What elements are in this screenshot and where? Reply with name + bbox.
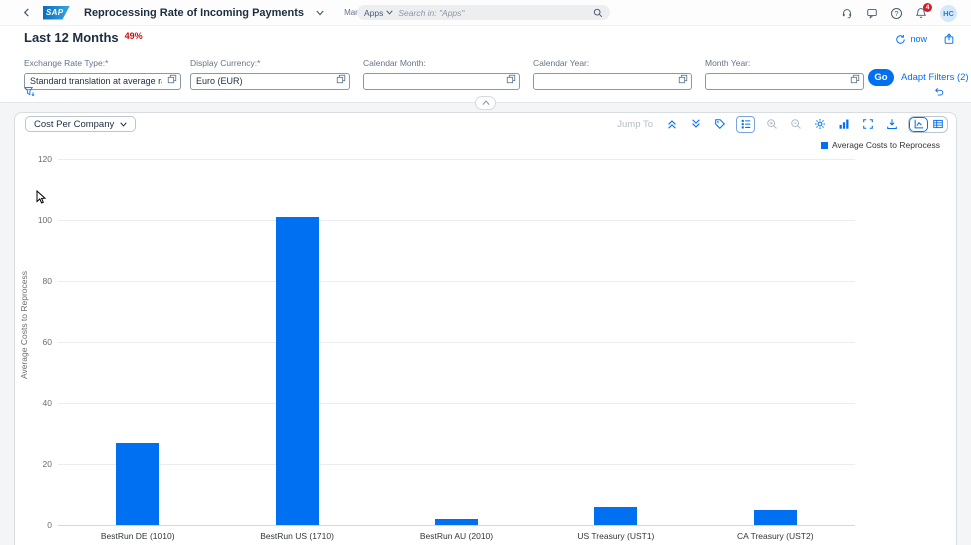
y-axis-tick: 20: [22, 459, 52, 469]
share-icon[interactable]: [943, 33, 955, 45]
y-axis-title: Average Costs to Reprocess: [19, 240, 29, 410]
y-axis-tick: 40: [22, 398, 52, 408]
gridline: [58, 403, 855, 404]
undo-icon[interactable]: [933, 86, 944, 97]
chevron-down-icon: [386, 10, 393, 15]
notification-count-badge: 4: [923, 3, 932, 12]
month-year-field[interactable]: [705, 73, 864, 90]
go-button[interactable]: Go: [868, 69, 894, 86]
gridline: [58, 281, 855, 282]
legend-label: Average Costs to Reprocess: [832, 140, 940, 150]
value-help-icon[interactable]: [678, 74, 688, 84]
bar-BestRun AU (2010)[interactable]: [435, 519, 478, 525]
value-help-icon[interactable]: [850, 74, 860, 84]
filter-label-calendar-year: Calendar Year:: [533, 58, 692, 68]
zoom-out-icon: [788, 117, 803, 132]
chart-toolbar: Cost Per Company Jump To: [15, 113, 956, 135]
y-axis-tick: 120: [22, 154, 52, 164]
search-scope-select[interactable]: Apps: [364, 8, 393, 18]
value-help-icon[interactable]: [506, 74, 516, 84]
gridline: [58, 220, 855, 221]
settings-icon[interactable]: [812, 117, 827, 132]
app-window: SAP Reprocessing Rate of Incoming Paymen…: [0, 0, 971, 545]
y-axis-tick: 60: [22, 337, 52, 347]
page-title: Last 12 Months: [24, 30, 119, 45]
chevron-down-icon: [120, 122, 127, 127]
collapse-header-button[interactable]: [475, 96, 496, 110]
shell-header: SAP Reprocessing Rate of Incoming Paymen…: [0, 0, 971, 26]
x-axis-line: [58, 525, 855, 526]
sap-logo: SAP: [43, 6, 70, 20]
chevron-up-icon: [482, 100, 490, 106]
legend-icon[interactable]: [736, 116, 755, 133]
notifications-bell-icon[interactable]: 4: [915, 7, 927, 19]
gridline: [58, 464, 855, 465]
page-header: Last 12 Months 49% now: [0, 26, 971, 50]
app-title-chevron-down-icon[interactable]: [316, 10, 324, 16]
value-help-icon[interactable]: [336, 74, 346, 84]
refresh-label: now: [910, 34, 927, 44]
search-input[interactable]: Search in: "Apps": [398, 8, 588, 18]
download-icon[interactable]: [884, 117, 899, 132]
fullscreen-icon[interactable]: [860, 117, 875, 132]
x-axis-label: BestRun US (1710): [222, 531, 372, 541]
view-switch: [908, 116, 948, 133]
shell-search[interactable]: Apps Search in: "Apps": [357, 5, 610, 20]
search-icon[interactable]: [593, 8, 603, 18]
support-headset-icon[interactable]: [841, 7, 853, 19]
app-title[interactable]: Reprocessing Rate of Incoming Payments: [84, 7, 304, 19]
back-icon[interactable]: [22, 8, 31, 17]
chart-type-icon[interactable]: [836, 117, 851, 132]
gridline: [58, 159, 855, 160]
bar-BestRun DE (1010)[interactable]: [116, 443, 159, 525]
x-axis-label: CA Treasury (UST2): [700, 531, 850, 541]
dimension-selector[interactable]: Cost Per Company: [25, 116, 136, 132]
avatar[interactable]: HC: [940, 5, 957, 22]
calendar-month-field[interactable]: [363, 73, 520, 90]
add-filter-funnel-icon[interactable]: [24, 86, 35, 97]
data-label-icon[interactable]: [712, 117, 727, 132]
refresh-button[interactable]: now: [895, 34, 927, 45]
jump-to-button[interactable]: Jump To: [617, 119, 653, 130]
gridline: [58, 342, 855, 343]
bar-CA Treasury (UST2)[interactable]: [754, 510, 797, 525]
y-axis-tick: 80: [22, 276, 52, 286]
filter-label-month-year: Month Year:: [705, 58, 864, 68]
zoom-in-icon: [764, 117, 779, 132]
chart-view-icon[interactable]: [909, 117, 928, 132]
x-axis-label: BestRun DE (1010): [63, 531, 213, 541]
x-axis-label: US Treasury (UST1): [541, 531, 691, 541]
filter-label-calendar-month: Calendar Month:: [363, 58, 520, 68]
bar-BestRun US (1710)[interactable]: [276, 217, 319, 525]
filter-label-exchange-rate-type: Exchange Rate Type:*: [24, 58, 181, 68]
drill-up-icon[interactable]: [664, 117, 679, 132]
drill-down-icon[interactable]: [688, 117, 703, 132]
legend-swatch: [821, 142, 828, 149]
x-axis-label: BestRun AU (2010): [382, 531, 532, 541]
help-icon[interactable]: ?: [891, 8, 902, 19]
table-view-icon[interactable]: [928, 117, 947, 132]
y-axis-tick: 0: [22, 520, 52, 530]
chart-card: Cost Per Company Jump To Average Costs t…: [14, 112, 957, 545]
bar-chart: Average Costs to Reprocess Average Costs…: [15, 135, 956, 545]
calendar-year-field[interactable]: [533, 73, 692, 90]
filter-label-display-currency: Display Currency:*: [190, 58, 350, 68]
bar-US Treasury (UST1)[interactable]: [594, 507, 637, 525]
refresh-icon: [895, 34, 906, 45]
value-help-icon[interactable]: [167, 74, 177, 84]
adapt-filters-link[interactable]: Adapt Filters (2): [901, 72, 969, 83]
feedback-icon[interactable]: [866, 7, 878, 19]
chart-legend[interactable]: Average Costs to Reprocess: [821, 140, 940, 150]
exchange-rate-type-field[interactable]: [24, 73, 181, 90]
y-axis-tick: 100: [22, 215, 52, 225]
display-currency-field[interactable]: [190, 73, 350, 90]
kpi-value: 49%: [125, 31, 143, 41]
